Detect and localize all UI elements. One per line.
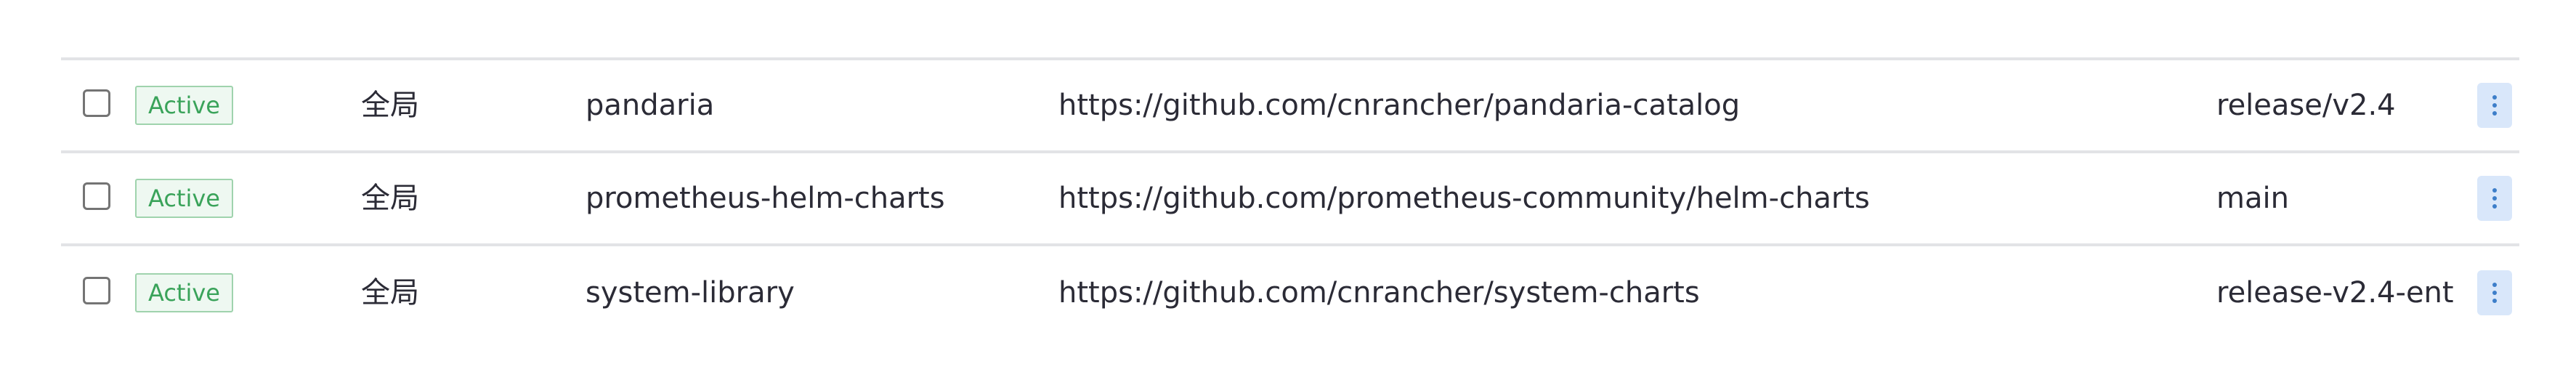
- status-badge: Active: [135, 86, 233, 125]
- row-actions-button[interactable]: [2477, 176, 2512, 221]
- row-select-checkbox[interactable]: [83, 182, 110, 210]
- catalog-url-cell: https://github.com/prometheus-community/…: [1058, 182, 1870, 215]
- row-actions-button[interactable]: [2477, 83, 2512, 128]
- catalog-name-cell: prometheus-helm-charts: [586, 182, 945, 215]
- row-select-checkbox[interactable]: [83, 276, 110, 304]
- kebab-menu-icon: [2492, 283, 2497, 303]
- catalog-name-cell: system-library: [586, 276, 795, 310]
- branch-cell: main: [2216, 182, 2289, 215]
- branch-cell: release-v2.4-ent: [2216, 276, 2454, 310]
- scope-cell: 全局: [361, 182, 419, 215]
- scope-cell: 全局: [361, 276, 419, 310]
- table-row: Active 全局 system-library https://github.…: [61, 243, 2519, 339]
- row-select-checkbox[interactable]: [83, 89, 110, 117]
- catalog-name-cell: pandaria: [586, 89, 715, 122]
- status-badge: Active: [135, 273, 233, 312]
- table-row: Active 全局 pandaria https://github.com/cn…: [61, 57, 2519, 150]
- catalog-url-cell: https://github.com/cnrancher/pandaria-ca…: [1058, 89, 1741, 122]
- scope-cell: 全局: [361, 89, 419, 122]
- row-actions-button[interactable]: [2477, 270, 2512, 315]
- branch-cell: release/v2.4: [2216, 89, 2396, 122]
- table-row: Active 全局 prometheus-helm-charts https:/…: [61, 150, 2519, 243]
- status-badge: Active: [135, 179, 233, 218]
- catalog-url-cell: https://github.com/cnrancher/system-char…: [1058, 276, 1700, 310]
- catalog-table: Active 全局 pandaria https://github.com/cn…: [61, 57, 2519, 339]
- kebab-menu-icon: [2492, 188, 2497, 209]
- kebab-menu-icon: [2492, 95, 2497, 116]
